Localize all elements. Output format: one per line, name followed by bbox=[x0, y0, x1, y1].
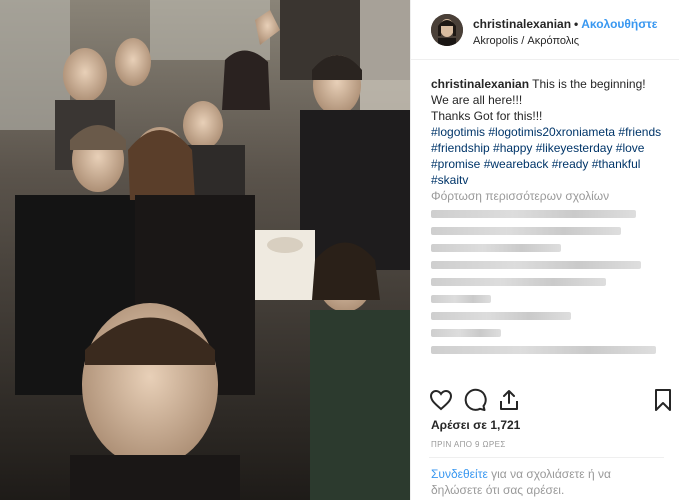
blurred-comment bbox=[431, 346, 656, 354]
login-prompt: Συνδεθείτε για να σχολιάσετε ή να δηλώσε… bbox=[431, 466, 661, 498]
post-side-panel: christinalexanian • Ακολουθήστε Akropolis … bbox=[410, 0, 679, 500]
blurred-comment bbox=[431, 312, 571, 320]
post-actions bbox=[429, 388, 674, 412]
blurred-comment bbox=[431, 295, 491, 303]
login-link[interactable]: Συνδεθείτε bbox=[431, 467, 488, 481]
header-username[interactable]: christinalexanian bbox=[473, 17, 571, 31]
avatar[interactable] bbox=[431, 14, 463, 46]
blurred-comment bbox=[431, 210, 636, 218]
caption-line2: We are all here!!! bbox=[431, 93, 523, 107]
post-caption: christinalexanian This is the beginning!… bbox=[431, 76, 669, 188]
follow-button[interactable]: Ακολουθήστε bbox=[581, 17, 657, 31]
post-timestamp[interactable]: ΠΡΙΝ ΑΠΟ 9 ΩΡΕΣ bbox=[431, 440, 506, 449]
caption-line1: This is the beginning! bbox=[532, 77, 646, 91]
likes-count[interactable]: Αρέσει σε 1,721 bbox=[431, 418, 520, 432]
caption-hashtags[interactable]: #logotimis #logotimis20xroniameta #frien… bbox=[431, 124, 669, 188]
header-dot: • bbox=[574, 17, 579, 31]
blurred-comment bbox=[431, 261, 641, 269]
divider bbox=[429, 457, 664, 458]
blurred-comment bbox=[431, 227, 621, 235]
comment-icon[interactable] bbox=[463, 388, 487, 412]
blurred-comment bbox=[431, 329, 501, 337]
post-header: christinalexanian • Ακολουθήστε Akropolis … bbox=[411, 0, 679, 60]
bookmark-icon[interactable] bbox=[651, 388, 675, 412]
blurred-comment bbox=[431, 244, 561, 252]
share-icon[interactable] bbox=[497, 388, 521, 412]
load-more-comments-link[interactable]: Φόρτωση περισσότερων σχολίων bbox=[431, 189, 609, 203]
location-link[interactable]: Akropolis / Ακρόπολις bbox=[473, 35, 579, 47]
heart-icon[interactable] bbox=[429, 388, 453, 412]
blurred-comment bbox=[431, 278, 606, 286]
post-photo-image bbox=[0, 0, 410, 500]
caption-line3: Thanks Got for this!!! bbox=[431, 109, 543, 123]
avatar-image bbox=[431, 14, 463, 46]
caption-username[interactable]: christinalexanian bbox=[431, 77, 529, 91]
post-photo[interactable] bbox=[0, 0, 410, 500]
comments-list bbox=[431, 210, 671, 363]
